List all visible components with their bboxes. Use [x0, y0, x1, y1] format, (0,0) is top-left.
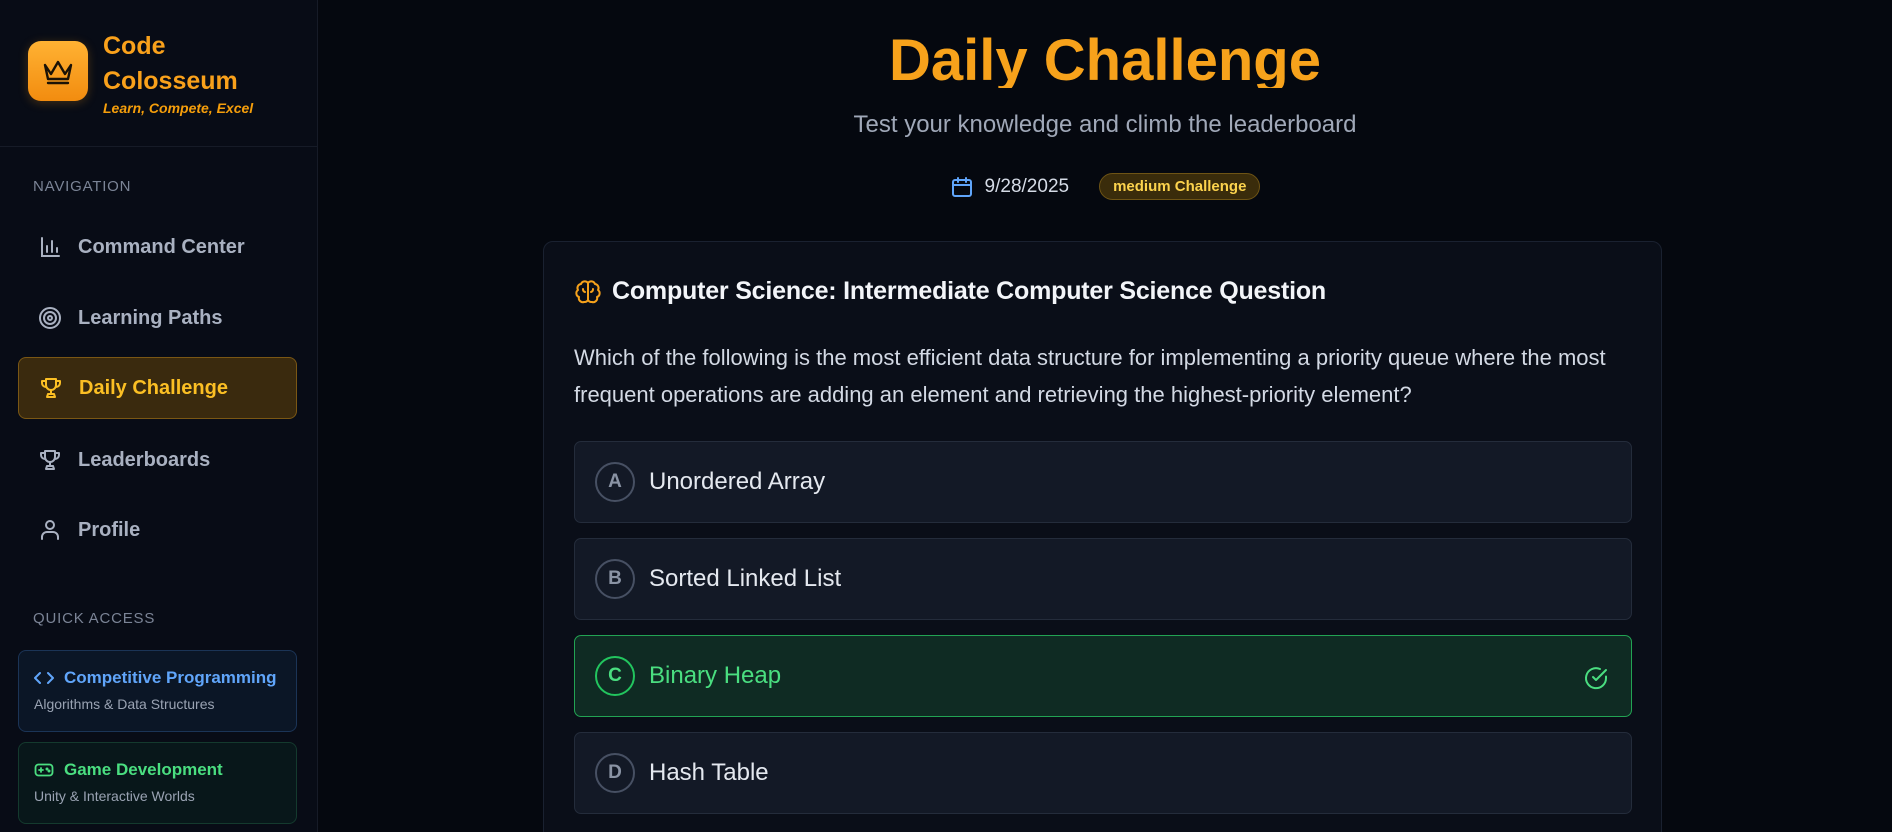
trophy-icon — [38, 448, 62, 472]
option-label: Sorted Linked List — [649, 565, 842, 592]
sidebar-item-label: Learning Paths — [78, 306, 223, 329]
app: Code Colosseum Learn, Compete, Excel NAV… — [0, 0, 1892, 832]
quick-access-title: Game Development — [64, 760, 223, 779]
calendar-icon — [950, 175, 974, 199]
answer-option-c[interactable]: C Binary Heap — [574, 635, 1632, 717]
option-letter: C — [595, 656, 635, 696]
sidebar-item-label: Leaderboards — [78, 448, 211, 471]
answer-option-a[interactable]: A Unordered Array — [574, 441, 1632, 523]
date-text: 9/28/2025 — [984, 175, 1070, 197]
brand-tagline: Learn, Compete, Excel — [103, 100, 254, 116]
question-header: Computer Science: Intermediate Computer … — [574, 277, 1326, 306]
page-subtitle: Test your knowledge and climb the leader… — [853, 111, 1357, 138]
check-circle-icon — [1583, 665, 1609, 691]
bar-chart-icon — [38, 235, 62, 259]
brand-name: Code Colosseum — [103, 32, 238, 95]
sidebar-item-daily-challenge[interactable]: Daily Challenge — [18, 357, 297, 419]
option-letter: D — [595, 753, 635, 793]
question-card: Computer Science: Intermediate Computer … — [543, 241, 1662, 832]
answer-option-b[interactable]: B Sorted Linked List — [574, 538, 1632, 620]
crown-logo-icon[interactable] — [28, 41, 88, 101]
difficulty-badge: medium Challenge — [1099, 173, 1261, 200]
sidebar: Code Colosseum Learn, Compete, Excel NAV… — [0, 0, 318, 832]
trophy-icon — [39, 376, 63, 400]
answer-option-d[interactable]: D Hash Table — [574, 732, 1632, 814]
nav-section-label: NAVIGATION — [33, 178, 132, 195]
sidebar-item-command-center[interactable]: Command Center — [18, 216, 297, 278]
brain-icon — [574, 278, 602, 306]
sidebar-item-label: Daily Challenge — [79, 376, 228, 399]
code-icon — [34, 669, 54, 687]
main-content: Daily Challenge Test your knowledge and … — [318, 0, 1892, 832]
option-label: Unordered Array — [649, 468, 826, 495]
sidebar-item-label: Profile — [78, 518, 141, 541]
quick-access-title: Competitive Programming — [64, 668, 277, 687]
page-title: Daily Challenge — [889, 28, 1321, 88]
sidebar-item-profile[interactable]: Profile — [18, 499, 297, 561]
quick-access-subtitle: Unity & Interactive Worlds — [34, 788, 195, 804]
sidebar-item-label: Command Center — [78, 235, 245, 258]
brand: Code Colosseum Learn, Compete, Excel — [0, 0, 317, 147]
gamepad-icon — [34, 761, 54, 779]
target-icon — [38, 306, 62, 330]
sidebar-item-leaderboards[interactable]: Leaderboards — [18, 429, 297, 491]
option-letter: B — [595, 559, 635, 599]
question-text: Which of the following is the most effic… — [574, 345, 1606, 407]
quick-access-game-development[interactable]: Game Development Unity & Interactive Wor… — [18, 742, 297, 824]
quick-access-label: QUICK ACCESS — [33, 610, 156, 627]
option-label: Binary Heap — [649, 662, 782, 689]
user-icon — [38, 518, 62, 542]
option-label: Hash Table — [649, 759, 769, 786]
sidebar-item-learning-paths[interactable]: Learning Paths — [18, 287, 297, 349]
question-title: Computer Science: Intermediate Computer … — [612, 277, 1326, 305]
challenge-meta: 9/28/2025 medium Challenge — [318, 173, 1892, 200]
option-letter: A — [595, 462, 635, 502]
quick-access-competitive-programming[interactable]: Competitive Programming Algorithms & Dat… — [18, 650, 297, 732]
quick-access-subtitle: Algorithms & Data Structures — [34, 696, 215, 712]
challenge-date: 9/28/2025 — [950, 175, 1070, 199]
